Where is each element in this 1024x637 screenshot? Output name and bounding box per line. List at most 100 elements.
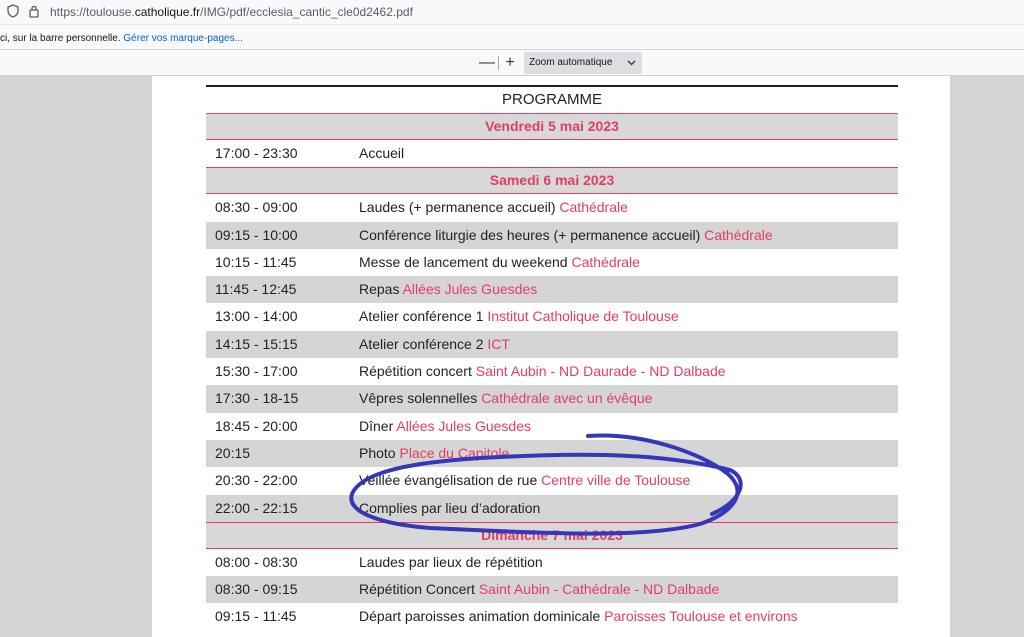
row-activity: Conférence liturgie des heures (+ perman… xyxy=(359,222,773,249)
row-activity: Laudes (+ permanence accueil) Cathédrale xyxy=(359,194,628,221)
url-prefix: https://toulouse. xyxy=(50,5,135,19)
schedule-row: 18:45 - 20:00 Dîner Allées Jules Guesdes xyxy=(206,413,898,440)
row-activity: Départ paroisses animation dominicale Pa… xyxy=(359,603,798,630)
row-activity: Atelier conférence 2 ICT xyxy=(359,331,510,358)
url-domain: catholique.fr xyxy=(134,5,201,19)
row-activity: Laudes par lieux de répétition xyxy=(359,549,543,576)
row-time: 08:30 - 09:15 xyxy=(215,581,298,598)
programme-title: PROGRAMME xyxy=(501,91,602,108)
row-activity: Photo Place du Capitole xyxy=(359,440,509,467)
row-time: 14:15 - 15:15 xyxy=(215,335,298,352)
activity-name: Photo xyxy=(359,444,400,461)
activity-location: Paroisses Toulouse et environs xyxy=(604,608,798,625)
row-time: 11:45 - 12:45 xyxy=(215,281,297,298)
schedule-row: 20:15 Photo Place du Capitole xyxy=(206,439,898,468)
row-time: 20:30 - 22:00 xyxy=(215,472,298,489)
pdf-toolbar: — + Zoom automatique xyxy=(0,50,1024,76)
chevron-down-icon xyxy=(627,58,636,70)
row-time: 15:30 - 17:00 xyxy=(215,363,298,380)
lock-icon[interactable] xyxy=(28,4,40,21)
schedule-row: 08:00 - 08:30 Laudes par lieux de répétit… xyxy=(206,549,898,576)
row-activity: Complies par lieu d’adoration xyxy=(359,495,540,522)
schedule-row: 10:15 - 11:45 Messe de lancement du weeke… xyxy=(206,249,898,276)
zoom-out-button[interactable]: — xyxy=(477,53,497,73)
schedule-row: 14:15 - 15:15 Atelier conférence 2 ICT xyxy=(206,330,898,359)
row-time: 10:15 - 11:45 xyxy=(215,253,297,270)
shield-icon[interactable] xyxy=(7,4,19,21)
activity-location: Saint Aubin - Cathédrale - ND Dalbade xyxy=(478,581,720,598)
schedule-row: 11:45 - 12:45 Repas Allées Jules Guesdes xyxy=(206,276,898,304)
manage-bookmarks-link[interactable]: Gérer vos marque-pages... xyxy=(123,33,243,44)
schedule-row: 09:15 - 10:00 Conférence liturgie des heu… xyxy=(206,221,898,249)
row-time: 20:15 xyxy=(215,444,251,461)
activity-location: Institut Catholique de Toulouse xyxy=(487,308,679,325)
url-path: /IMG/pdf/ecclesia_cantic_cle0d2462.pdf xyxy=(200,5,413,19)
activity-location: Cathédrale xyxy=(571,253,640,270)
row-time: 18:45 - 20:00 xyxy=(215,417,298,434)
schedule-row: 20:30 - 22:00 Veillée évangélisation de r… xyxy=(206,467,898,494)
toolbar-separator xyxy=(498,56,499,70)
activity-name: Repas xyxy=(359,281,403,298)
row-time: 09:15 - 10:00 xyxy=(215,226,298,243)
programme-days: Vendredi 5 mai 2023 17:00 - 23:30 Accueil S… xyxy=(206,113,898,631)
activity-location: Cathédrale xyxy=(704,226,773,243)
activity-name: Laudes (+ permanence accueil) xyxy=(359,199,560,216)
bookmarks-bar: ci, sur la barre personnelle. Gérer vos … xyxy=(0,25,1024,50)
row-time: 13:00 - 14:00 xyxy=(215,308,298,325)
programme-table: PROGRAMME Vendredi 5 mai 2023 17:00 - 23:… xyxy=(206,85,898,637)
activity-name: Vêpres solennelles xyxy=(359,390,482,407)
row-activity: Accueil xyxy=(359,140,404,167)
schedule-row: 17:30 - 18-15 Vêpres solennelles Cathédra… xyxy=(206,385,898,413)
schedule-row: 15:30 - 17:00 Répétition concert Saint Au… xyxy=(206,358,898,385)
row-activity: Vêpres solennelles Cathédrale avec un év… xyxy=(359,385,652,412)
url-text[interactable]: https://toulouse.catholique.fr/IMG/pdf/e… xyxy=(50,5,413,19)
schedule-row: 17:00 - 23:30 Accueil xyxy=(206,140,898,167)
activity-name: Accueil xyxy=(359,145,405,161)
zoom-in-button[interactable]: + xyxy=(500,53,520,73)
activity-location: Centre ville de Toulouse xyxy=(541,472,691,489)
row-activity: Dîner Allées Jules Guesdes xyxy=(359,413,531,440)
activity-name: Répétition Concert xyxy=(359,581,479,598)
day-header: Vendredi 5 mai 2023 xyxy=(206,113,898,140)
day-header: Samedi 6 mai 2023 xyxy=(206,167,898,195)
schedule-row: 08:30 - 09:00 Laudes (+ permanence accuei… xyxy=(206,194,898,221)
row-time: 22:00 - 22:15 xyxy=(215,499,298,516)
row-activity: Veillée évangélisation de rue Centre vil… xyxy=(359,467,690,494)
row-time: 17:30 - 18-15 xyxy=(215,390,299,407)
row-activity: Atelier conférence 1 Institut Catholique… xyxy=(359,303,679,330)
schedule-row: 08:30 - 09:15 Répétition Concert Saint Au… xyxy=(206,576,898,604)
zoom-select-label: Zoom automatique xyxy=(529,57,613,68)
row-time: 08:30 - 09:00 xyxy=(215,199,298,216)
activity-name: Conférence liturgie des heures (+ perman… xyxy=(359,226,705,243)
activity-name: Messe de lancement du weekend xyxy=(359,253,572,270)
day-header: Dimanche 7 mai 2023 xyxy=(206,521,898,549)
activity-location: Cathédrale avec un évêque xyxy=(481,390,653,407)
row-time: 17:00 - 23:30 xyxy=(215,145,298,161)
schedule-row: 09:15 - 11:45 Départ paroisses animation … xyxy=(206,603,898,630)
activity-name: Atelier conférence 2 xyxy=(359,335,488,352)
row-time: 09:15 - 11:45 xyxy=(215,608,297,625)
activity-location: Allées Jules Guesdes xyxy=(396,417,531,434)
row-activity: Messe de lancement du weekend Cathédrale xyxy=(359,249,640,276)
activity-name: Veillée évangélisation de rue xyxy=(359,472,542,489)
bookmarks-hint: ci, sur la barre personnelle. xyxy=(0,33,121,44)
activity-name: Départ paroisses animation dominicale xyxy=(359,608,605,625)
activity-location: Saint Aubin - ND Daurade - ND Dalbade xyxy=(475,363,726,380)
activity-name: Dîner xyxy=(359,417,397,434)
activity-location: Cathédrale xyxy=(559,199,628,216)
activity-location: Allées Jules Guesdes xyxy=(402,281,538,298)
activity-name: Atelier conférence 1 xyxy=(359,308,488,325)
activity-name: Complies par lieu d’adoration xyxy=(359,499,541,516)
activity-name: Laudes par lieux de répétition xyxy=(359,553,543,570)
row-activity: Répétition concert Saint Aubin - ND Daur… xyxy=(359,358,726,385)
url-bar[interactable]: https://toulouse.catholique.fr/IMG/pdf/e… xyxy=(0,0,1024,25)
activity-location: Place du Capitole xyxy=(399,444,510,461)
row-time: 08:00 - 08:30 xyxy=(215,553,298,570)
row-activity: Repas Allées Jules Guesdes xyxy=(359,276,537,303)
zoom-select[interactable]: Zoom automatique xyxy=(524,52,642,74)
activity-name: Répétition concert xyxy=(359,363,476,380)
schedule-row: 22:00 - 22:15 Complies par lieu d’adorati… xyxy=(206,494,898,522)
row-activity: Répétition Concert Saint Aubin - Cathédr… xyxy=(359,576,719,603)
activity-location: ICT xyxy=(487,335,510,352)
schedule-row: 13:00 - 14:00 Atelier conférence 1 Instit… xyxy=(206,303,898,330)
